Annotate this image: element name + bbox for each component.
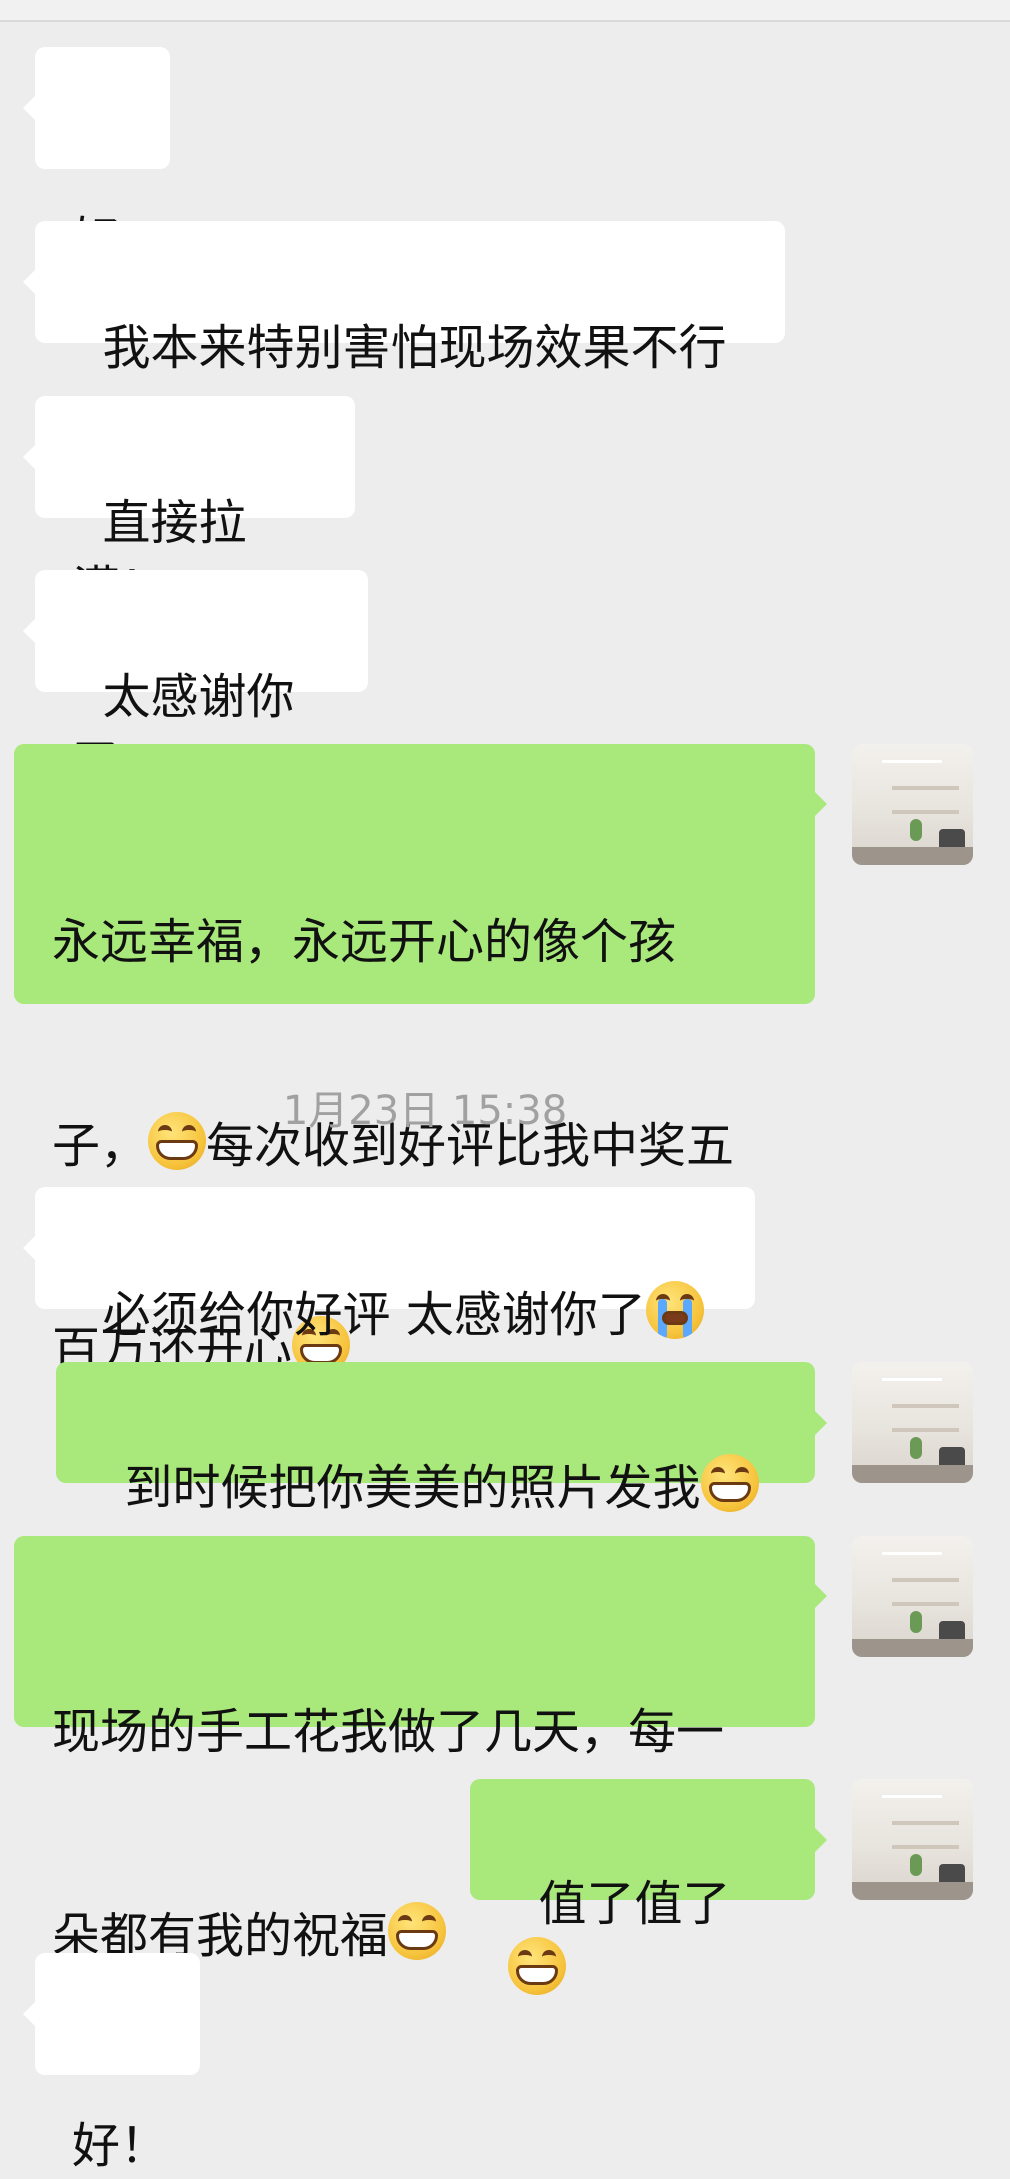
user-avatar[interactable] [852,1779,973,1900]
message-bubble-outgoing[interactable]: 永远幸福，永远开心的像个孩 子， 每次收到好评比我中奖五 百万还开心 [14,744,827,1378]
message-text: 必须给你好评 太感谢你了 [102,1287,646,1343]
message-text: 好！ [72,2118,169,2174]
message-line: 现场的手工花我做了几天，每一 [52,1704,725,1760]
message-text: 到时候把你美美的照片发我 [124,1460,701,1516]
grinning-face-emoji-icon [388,1902,447,1960]
grinning-face-emoji-icon [700,1454,759,1512]
chat-timestamp: 1月23日 15:38 [282,1088,568,1134]
user-avatar[interactable] [852,1536,973,1657]
message-bubble-incoming[interactable]: 好！ [23,1953,200,2174]
message-bubble-incoming[interactable]: 太感谢你了 [23,570,368,791]
message-bubble-incoming[interactable]: 好 [23,47,170,268]
top-divider [0,0,1010,22]
grinning-face-emoji-icon [508,1937,566,1995]
message-bubble-outgoing[interactable]: 值了值了 [470,1779,827,1995]
loudly-crying-face-emoji-icon [645,1281,704,1339]
message-bubble-incoming[interactable]: 直接拉满！ [23,396,355,617]
message-line: 永远幸福，永远开心的像个孩 [52,914,677,970]
message-bubble-incoming[interactable]: 我本来特别害怕现场效果不行 [23,221,785,376]
message-text: 我本来特别害怕现场效果不行 [102,320,727,376]
message-bubble-incoming[interactable]: 必须给你好评 太感谢你了 [23,1187,755,1343]
message-bubble-outgoing[interactable]: 现场的手工花我做了几天，每一 朵都有我的祝福 [14,1536,827,1964]
user-avatar[interactable] [852,744,973,865]
message-text: 值了值了 [538,1876,731,1932]
user-avatar[interactable] [852,1362,973,1483]
message-bubble-outgoing[interactable]: 到时候把你美美的照片发我 [56,1362,827,1516]
